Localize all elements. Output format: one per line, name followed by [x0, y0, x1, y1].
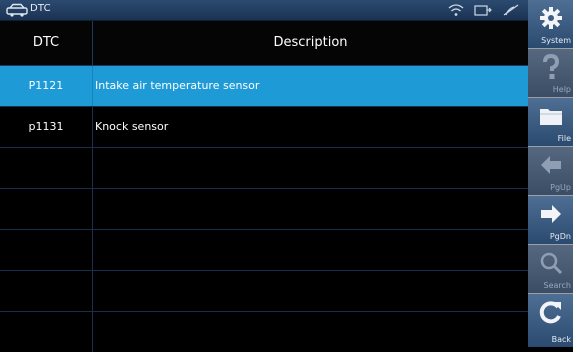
page-down-label: PgDn: [549, 232, 571, 241]
column-header-description: Description: [273, 35, 348, 50]
page-down-button[interactable]: PgDn: [528, 196, 573, 245]
back-icon: [539, 301, 561, 324]
table-row[interactable]: P1121 Intake air temperature sensor: [0, 66, 528, 107]
system-label: System: [541, 36, 571, 45]
vci-connection-icon: [474, 5, 492, 16]
folder-icon: [540, 109, 562, 125]
search-icon: [540, 252, 563, 275]
arrow-left-icon: [541, 156, 561, 174]
arrow-right-icon: [541, 205, 561, 223]
table-row[interactable]: p1131 Knock sensor: [0, 107, 528, 148]
system-button[interactable]: System: [528, 0, 573, 49]
dtc-description: Intake air temperature sensor: [95, 79, 260, 92]
file-label: File: [557, 134, 571, 143]
table-row-empty: [0, 271, 528, 312]
dtc-table: DTC Description P1121 Intake air tempera…: [0, 21, 528, 352]
dtc-description: Knock sensor: [95, 120, 169, 133]
function-sidebar: System Help File PgUp PgDn Search Back: [528, 0, 573, 347]
help-button[interactable]: Help: [528, 49, 573, 98]
table-row-empty: [0, 148, 528, 189]
window-title: DTC: [30, 3, 51, 14]
help-label: Help: [552, 85, 571, 94]
wifi-icon: [448, 4, 464, 16]
table-row-empty: [0, 230, 528, 271]
table-header: DTC Description: [0, 21, 528, 66]
dtc-code: p1131: [0, 107, 93, 147]
table-row-empty: [0, 312, 528, 352]
search-label: Search: [543, 281, 571, 290]
file-button[interactable]: File: [528, 98, 573, 147]
column-header-dtc: DTC: [0, 21, 93, 65]
search-button[interactable]: Search: [528, 245, 573, 294]
back-label: Back: [551, 335, 571, 344]
status-icons: [448, 2, 520, 18]
back-button[interactable]: Back: [528, 294, 573, 347]
page-up-label: PgUp: [550, 183, 571, 192]
title-bar: DTC: [0, 0, 528, 21]
dtc-code: P1121: [0, 66, 93, 106]
signal-icon: [503, 4, 519, 16]
car-icon: [6, 3, 28, 17]
gear-icon: [540, 7, 562, 29]
table-row-empty: [0, 189, 528, 230]
page-up-button[interactable]: PgUp: [528, 147, 573, 196]
question-icon: [543, 54, 560, 79]
